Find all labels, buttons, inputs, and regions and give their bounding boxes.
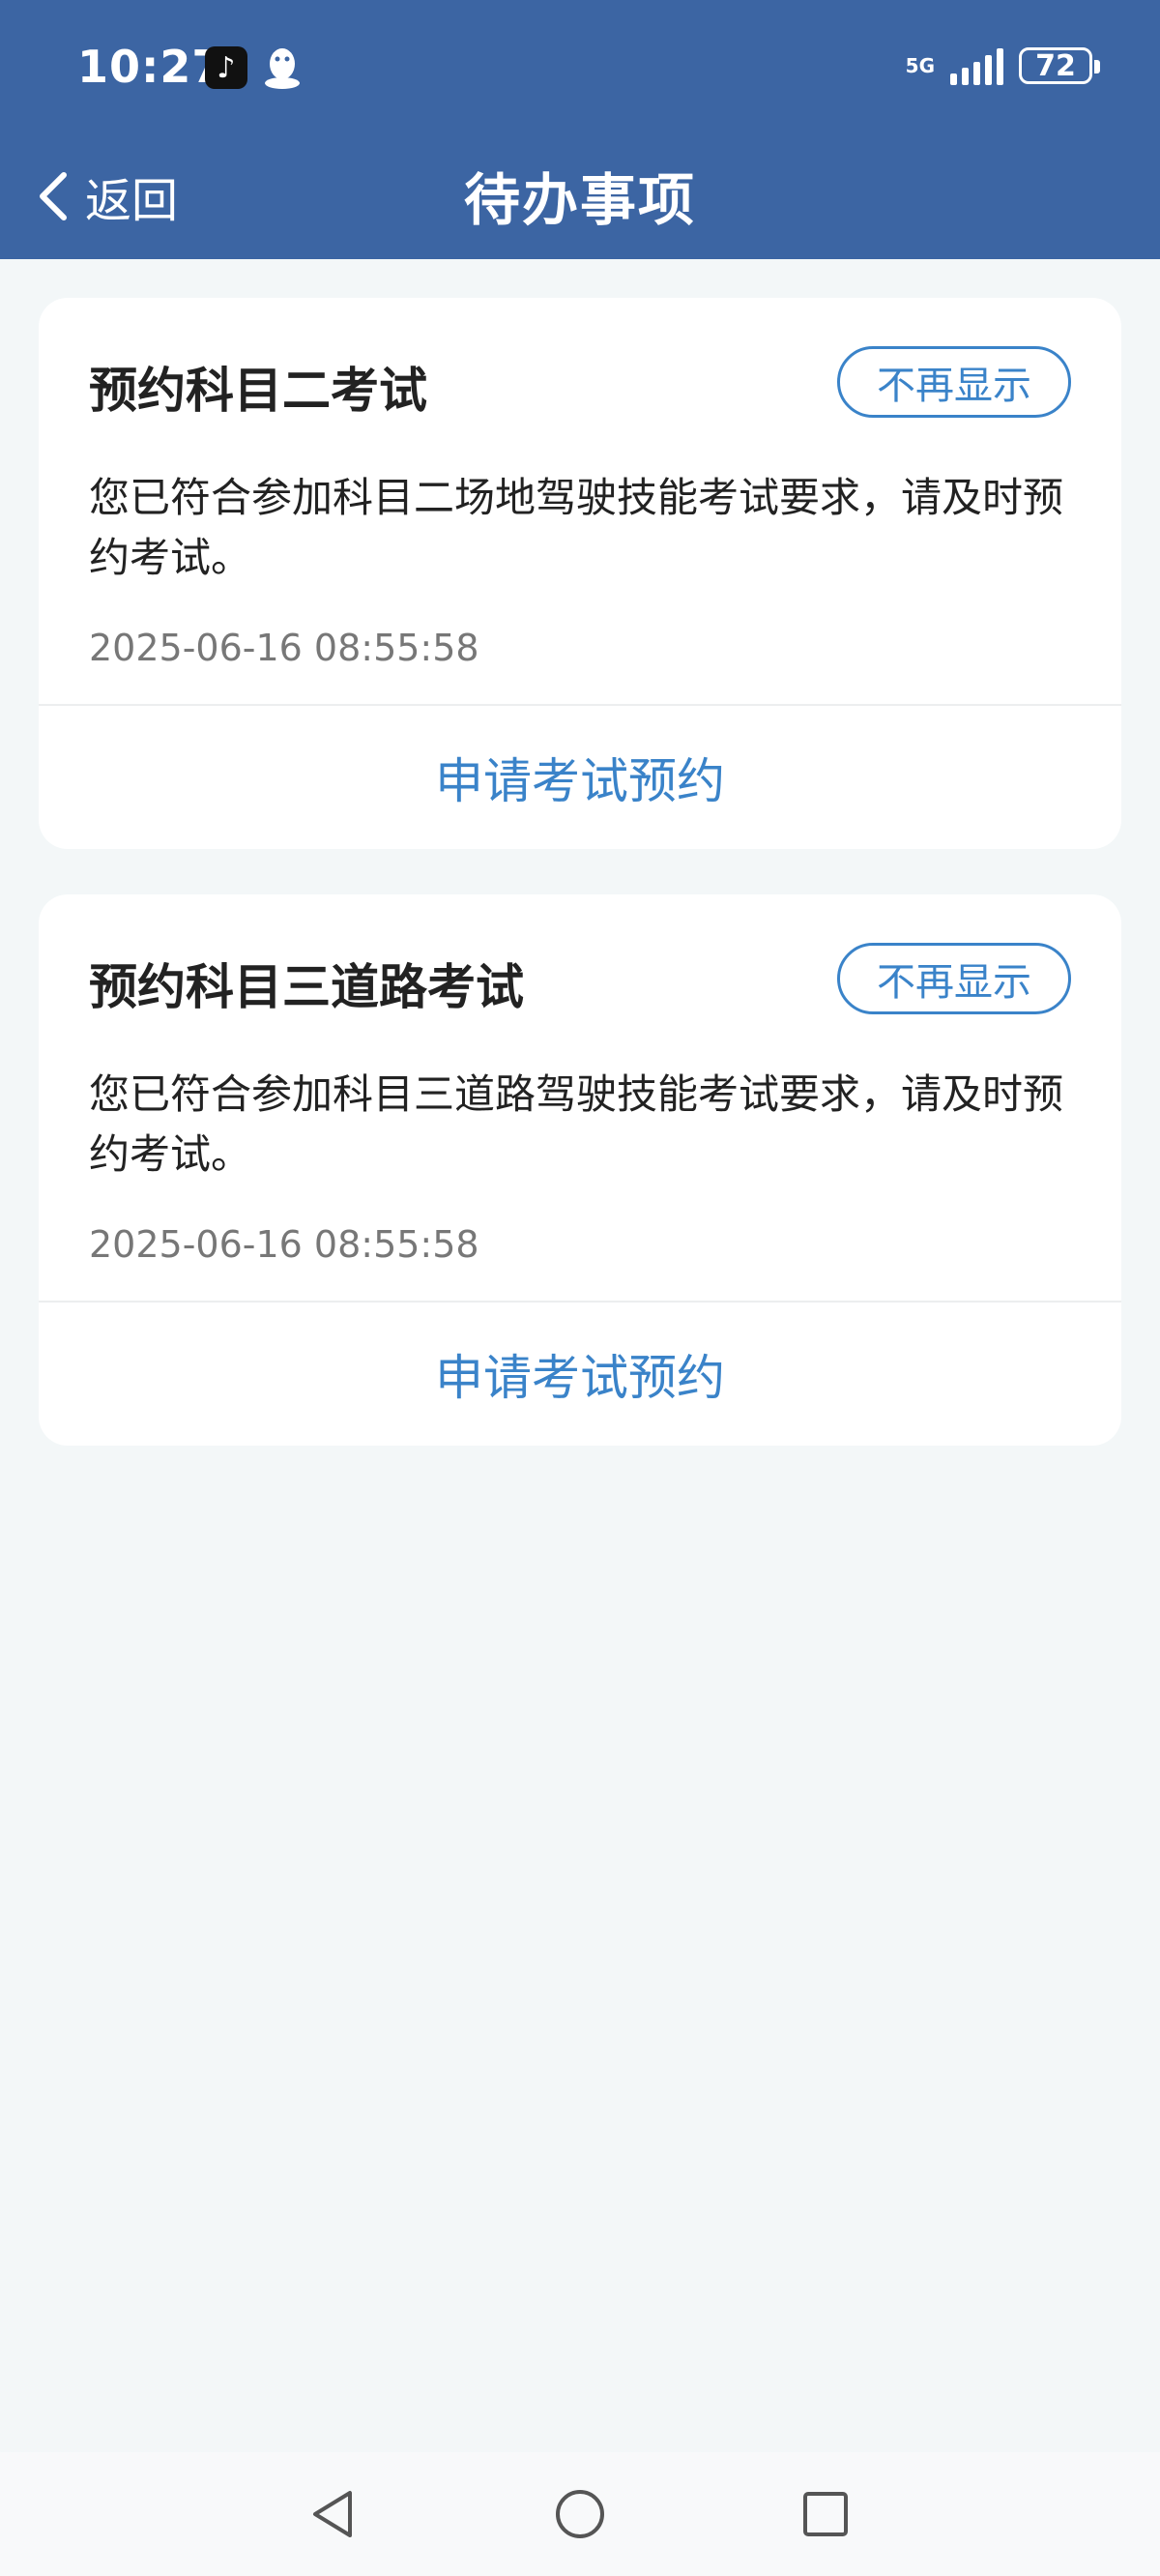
todo-card: 预约科目三道路考试 不再显示 您已符合参加科目三道路驾驶技能考试要求，请及时预约… bbox=[39, 894, 1121, 1446]
dismiss-button[interactable]: 不再显示 bbox=[837, 943, 1071, 1014]
recents-square-icon[interactable] bbox=[797, 2485, 855, 2543]
status-indicators: 5G 72 bbox=[905, 46, 1100, 85]
card-description: 您已符合参加科目三道路驾驶技能考试要求，请及时预约考试。 bbox=[89, 1070, 1064, 1178]
status-time: 10:27 bbox=[77, 41, 224, 93]
app-header: 10:27 ♪ 5G 72 返回 待办事项 bbox=[0, 0, 1160, 259]
network-type: 5G bbox=[905, 54, 935, 77]
page-title: 待办事项 bbox=[463, 167, 696, 233]
signal-icon bbox=[950, 46, 1003, 85]
apply-exam-button[interactable]: 申请考试预约 bbox=[39, 706, 1121, 849]
battery-icon: 72 bbox=[1019, 47, 1100, 84]
system-nav-bar bbox=[0, 2452, 1160, 2576]
home-circle-icon[interactable] bbox=[551, 2485, 609, 2543]
card-title: 预约科目二考试 bbox=[89, 363, 427, 419]
card-description: 您已符合参加科目二场地驾驶技能考试要求，请及时预约考试。 bbox=[89, 474, 1064, 581]
back-triangle-icon[interactable] bbox=[305, 2485, 363, 2543]
battery-level: 72 bbox=[1035, 48, 1076, 83]
status-notification-icons: ♪ bbox=[205, 44, 304, 91]
card-timestamp: 2025-06-16 08:55:58 bbox=[89, 627, 479, 669]
card-timestamp: 2025-06-16 08:55:58 bbox=[89, 1223, 479, 1266]
dismiss-button[interactable]: 不再显示 bbox=[837, 346, 1071, 418]
todo-card: 预约科目二考试 不再显示 您已符合参加科目二场地驾驶技能考试要求，请及时预约考试… bbox=[39, 298, 1121, 849]
card-title: 预约科目三道路考试 bbox=[89, 959, 524, 1015]
tiktok-icon: ♪ bbox=[205, 46, 247, 89]
apply-exam-button[interactable]: 申请考试预约 bbox=[39, 1303, 1121, 1446]
qq-icon bbox=[265, 48, 300, 89]
nav-bar: 返回 待办事项 bbox=[0, 145, 1160, 242]
